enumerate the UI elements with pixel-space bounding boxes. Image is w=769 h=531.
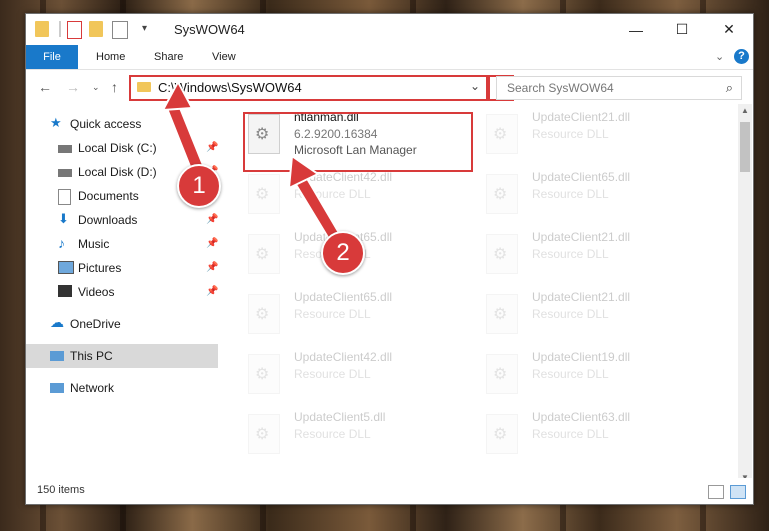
arrow-1-head — [161, 79, 194, 112]
annotation-arrows — [161, 79, 344, 246]
callout-1: 1 — [177, 164, 221, 208]
callout-2: 2 — [321, 231, 365, 275]
